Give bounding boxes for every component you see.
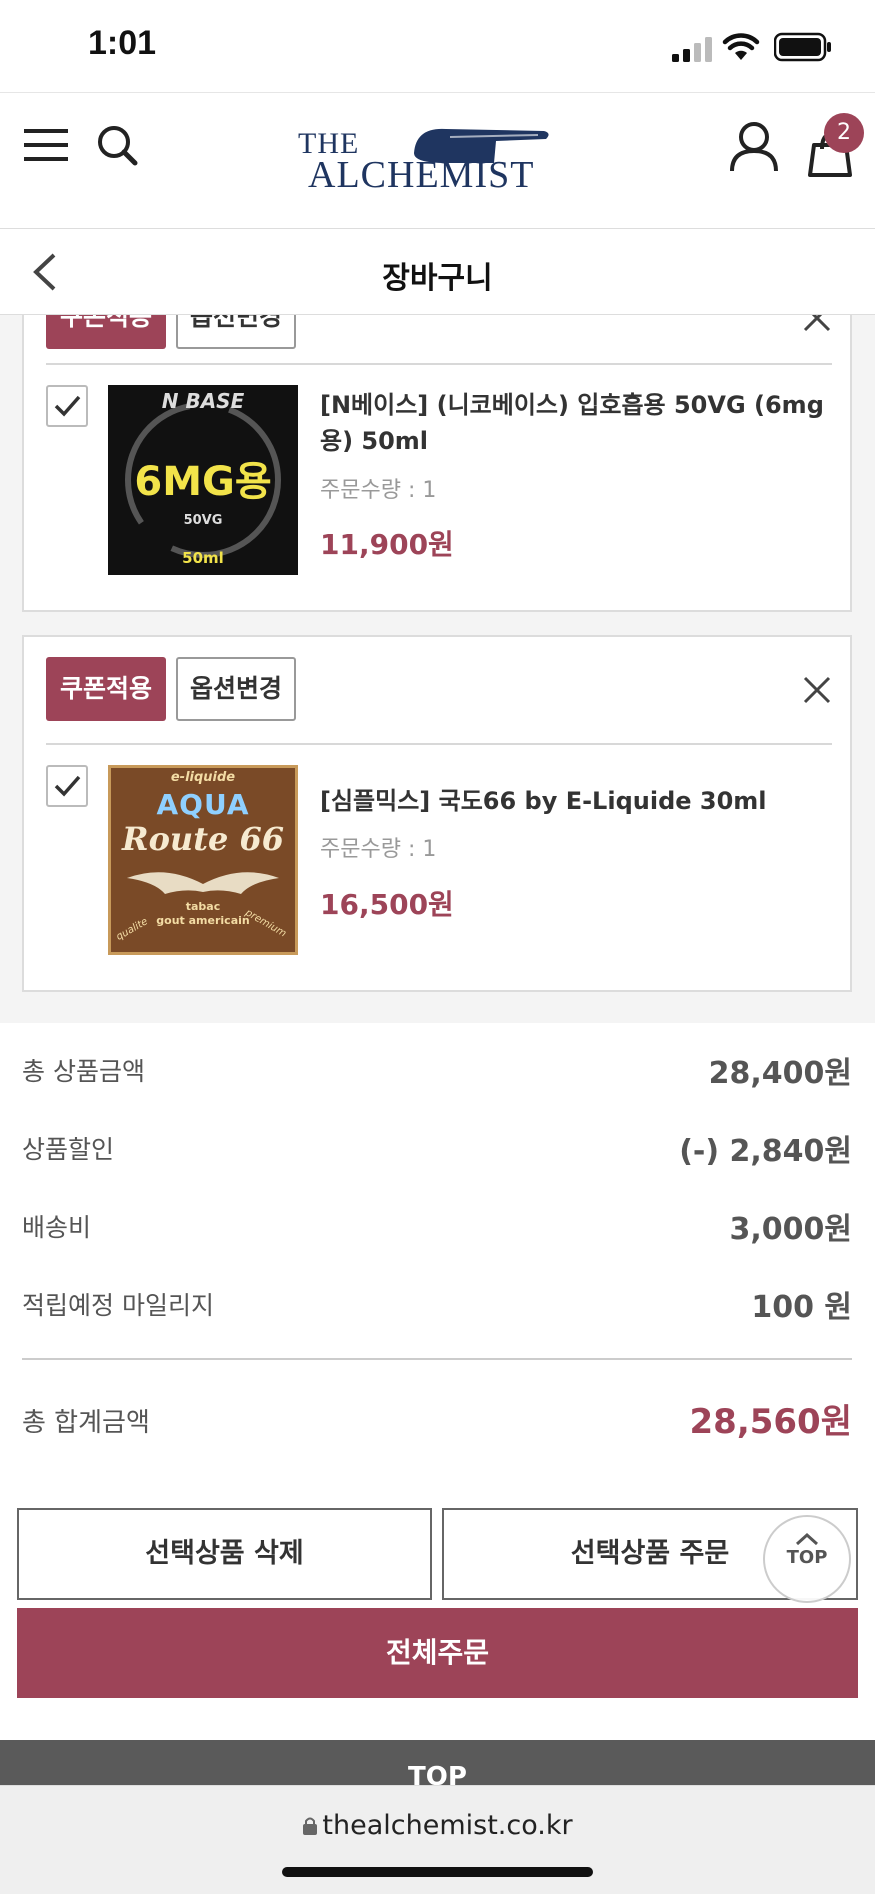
chevron-up-icon	[795, 1532, 819, 1546]
user-account-icon[interactable]	[729, 121, 779, 173]
item-divider	[46, 363, 832, 365]
battery-icon	[774, 32, 831, 62]
summary-value: 28,400원	[708, 1056, 852, 1091]
summary-total-product-amount: 총 상품금액 28,400원	[22, 1052, 852, 1092]
summary-value: (-) 2,840원	[679, 1134, 852, 1169]
checkmark-icon	[54, 775, 81, 797]
summary-label: 배송비	[22, 1213, 92, 1242]
url-display[interactable]: thealchemist.co.kr	[0, 1810, 875, 1841]
change-option-button[interactable]: 옵션변경	[176, 657, 296, 721]
change-option-button[interactable]: 옵션변경	[176, 315, 296, 349]
summary-shipping-fee: 배송비 3,000원	[22, 1208, 852, 1248]
summary-grand-total: 총 합계금액 28,560원	[22, 1402, 852, 1442]
apply-coupon-button[interactable]: 쿠폰적용	[46, 657, 166, 721]
hamburger-menu-icon[interactable]	[24, 125, 70, 165]
total-label: 총 합계금액	[22, 1408, 150, 1438]
item-select-checkbox[interactable]	[46, 765, 88, 807]
home-indicator	[282, 1867, 593, 1877]
summary-value: 100 원	[751, 1290, 852, 1325]
page-header: 장바구니	[0, 229, 875, 315]
remove-item-close-icon[interactable]	[802, 315, 832, 333]
search-icon[interactable]	[95, 123, 139, 167]
signal-icon	[672, 37, 712, 62]
checkmark-icon	[54, 395, 81, 417]
product-name-line1: [N베이스] (니코베이스) 입호흡용 50VG (6mg	[320, 391, 824, 419]
product-thumbnail[interactable]: N BASE 6MG용 50VG 50ml	[108, 385, 298, 575]
thumb-volume-text: 50ml	[182, 549, 224, 567]
summary-product-discount: 상품할인 (-) 2,840원	[22, 1130, 852, 1170]
thumb-main-text: Route 66	[121, 820, 284, 858]
item-select-checkbox[interactable]	[46, 385, 88, 427]
thumb-vg-text: 50VG	[183, 513, 223, 528]
cart-count-badge: 2	[824, 113, 864, 153]
order-all-button[interactable]: 전체주문	[17, 1608, 858, 1698]
cart-item-card: 쿠폰적용 옵션변경 N BASE 6MG용 50VG 50ml [N베이스] (…	[22, 315, 852, 612]
browser-url-bar[interactable]: thealchemist.co.kr	[0, 1785, 875, 1894]
delete-selected-button[interactable]: 선택상품 삭제	[17, 1508, 432, 1600]
summary-divider	[22, 1358, 852, 1360]
summary-label: 적립예정 마일리지	[22, 1291, 214, 1320]
thumb-brand-text: e-liquide	[170, 770, 236, 785]
product-price: 11,900원	[320, 528, 454, 561]
product-thumbnail[interactable]: e-liquide AQUA Route 66 tabac gout ameri…	[108, 765, 298, 955]
summary-mileage: 적립예정 마일리지 100 원	[22, 1286, 852, 1326]
summary-value: 3,000원	[729, 1212, 853, 1247]
status-bar: 1:01	[0, 0, 875, 92]
cart-item-card: 쿠폰적용 옵션변경 e-liquide AQUA Route 66 tabac …	[22, 635, 852, 992]
thumb-tabac-text: tabac	[185, 900, 221, 913]
page-title: 장바구니	[382, 261, 493, 296]
wings-emblem-icon	[127, 872, 279, 894]
status-time: 1:01	[88, 24, 157, 62]
site-footer: TOP	[0, 1740, 875, 1792]
remove-item-close-icon[interactable]	[802, 675, 832, 705]
scroll-top-button[interactable]: TOP	[763, 1515, 851, 1603]
item-divider	[46, 743, 832, 745]
product-price: 16,500원	[320, 888, 454, 921]
thumb-aqua-text: AQUA	[156, 788, 250, 821]
product-name[interactable]: [N베이스] (니코베이스) 입호흡용 50VG (6mg 용) 50ml	[320, 387, 830, 459]
product-name[interactable]: [심플믹스] 국도66 by E-Liquide 30ml	[320, 783, 830, 819]
url-text: thealchemist.co.kr	[322, 1810, 573, 1841]
thumb-brand-text: N BASE	[161, 389, 245, 413]
summary-label: 상품할인	[22, 1135, 115, 1164]
site-header: THE ALCHEMIST 2	[0, 92, 875, 229]
total-value: 28,560원	[689, 1402, 852, 1442]
apply-coupon-button[interactable]: 쿠폰적용	[46, 315, 166, 349]
scroll-top-label: TOP	[786, 1547, 828, 1568]
order-quantity: 주문수량 : 1	[320, 478, 437, 503]
wifi-icon	[722, 33, 760, 60]
logo-line2: ALCHEMIST	[308, 154, 535, 196]
product-name-line2: 용) 50ml	[320, 427, 429, 455]
thumb-main-text: 6MG용	[134, 459, 272, 505]
lock-icon	[303, 1817, 318, 1835]
cart-item-list[interactable]: 쿠폰적용 옵션변경 N BASE 6MG용 50VG 50ml [N베이스] (…	[0, 315, 875, 1023]
cart-button[interactable]: 2	[804, 113, 864, 183]
order-quantity: 주문수량 : 1	[320, 837, 437, 862]
site-logo[interactable]: THE ALCHEMIST	[296, 121, 586, 195]
summary-label: 총 상품금액	[22, 1057, 145, 1086]
